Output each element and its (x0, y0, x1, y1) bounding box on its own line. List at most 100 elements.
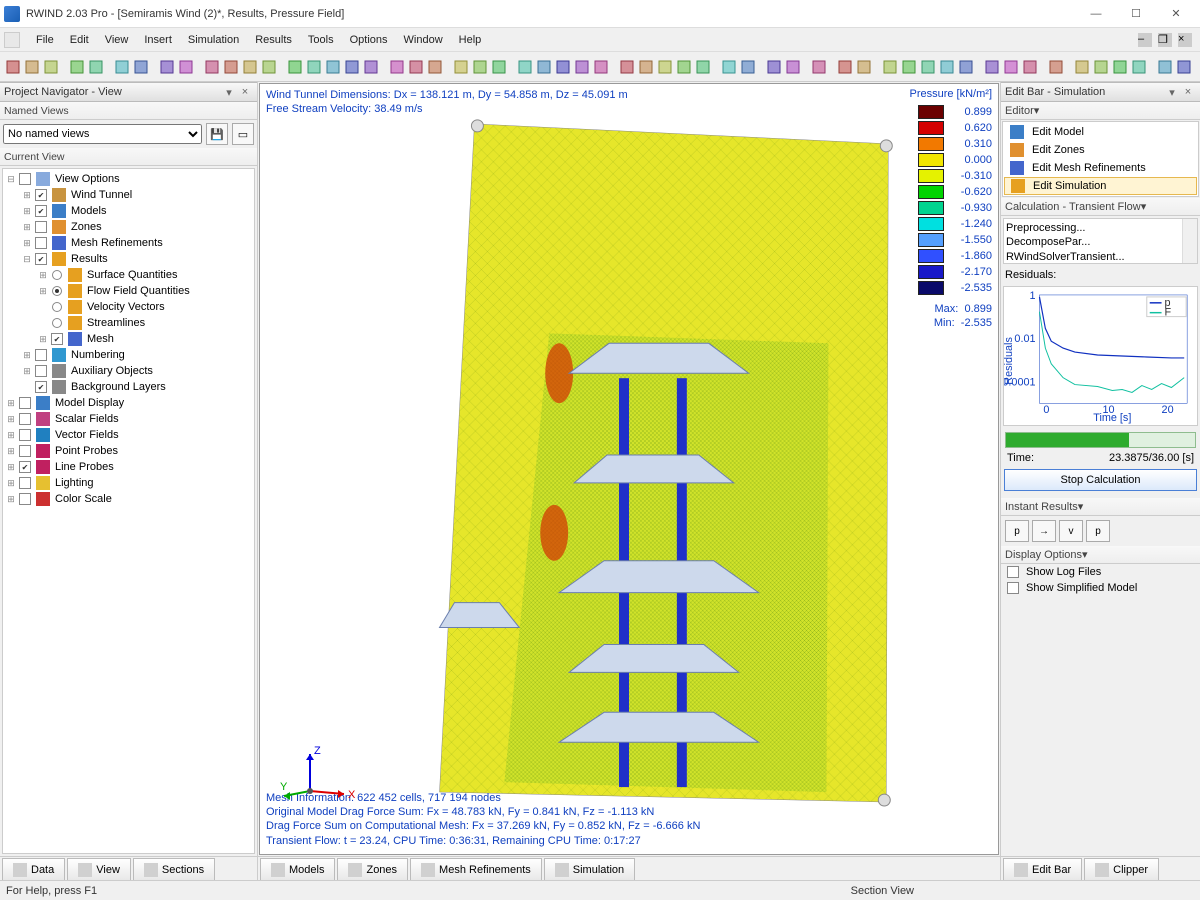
toolbar-button-3[interactable] (68, 56, 86, 78)
checkbox[interactable] (35, 349, 47, 361)
radio[interactable] (52, 286, 62, 296)
left-tab-sections[interactable]: Sections (133, 858, 215, 880)
checkbox[interactable] (35, 365, 47, 377)
checkbox[interactable] (19, 173, 31, 185)
checkbox[interactable] (19, 493, 31, 505)
toolbar-button-5[interactable] (113, 56, 131, 78)
checkbox[interactable] (35, 237, 47, 249)
tree-item-scalar-fields[interactable]: ⊞Scalar Fields (3, 411, 254, 427)
tree-item-numbering[interactable]: ⊞Numbering (3, 347, 254, 363)
radio[interactable] (52, 302, 62, 312)
left-tab-view[interactable]: View (67, 858, 131, 880)
toolbar-button-40[interactable] (855, 56, 873, 78)
tree-item-point-probes[interactable]: ⊞Point Probes (3, 443, 254, 459)
minimize-button[interactable]: — (1076, 0, 1116, 27)
checkbox[interactable] (19, 413, 31, 425)
toolbar-button-8[interactable] (177, 56, 195, 78)
toolbar-button-33[interactable] (694, 56, 712, 78)
right-tab-clipper[interactable]: Clipper (1084, 858, 1159, 880)
menu-simulation[interactable]: Simulation (180, 29, 247, 51)
named-views-select[interactable]: No named views (3, 124, 202, 144)
viewport-tab-models[interactable]: Models (260, 858, 335, 880)
editor-item-edit-model[interactable]: Edit Model (1004, 123, 1197, 141)
toolbar-button-23[interactable] (490, 56, 508, 78)
chevron-down-icon[interactable]: ▾ (1078, 498, 1084, 515)
dropdown-icon[interactable]: ▾ (221, 84, 237, 100)
chevron-down-icon[interactable]: ▾ (1141, 198, 1147, 215)
toolbar-button-27[interactable] (573, 56, 591, 78)
toolbar-button-16[interactable] (343, 56, 361, 78)
checkbox[interactable] (19, 461, 31, 473)
toolbar-button-10[interactable] (222, 56, 240, 78)
toolbar-button-46[interactable] (983, 56, 1001, 78)
toolbar-button-29[interactable] (618, 56, 636, 78)
chevron-down-icon[interactable]: ▾ (1082, 546, 1088, 563)
toolbar-button-39[interactable] (836, 56, 854, 78)
display-option-show-simplified-model[interactable]: Show Simplified Model (1001, 580, 1200, 596)
toolbar-button-49[interactable] (1047, 56, 1065, 78)
toolbar-button-28[interactable] (592, 56, 610, 78)
toolbar-button-12[interactable] (260, 56, 278, 78)
viewport-tab-mesh-refinements[interactable]: Mesh Refinements (410, 858, 542, 880)
tree-item-vector-fields[interactable]: ⊞Vector Fields (3, 427, 254, 443)
menu-results[interactable]: Results (247, 29, 300, 51)
tree-item-line-probes[interactable]: ⊞Line Probes (3, 459, 254, 475)
radio[interactable] (52, 270, 62, 280)
menu-window[interactable]: Window (396, 29, 451, 51)
left-tab-data[interactable]: Data (2, 858, 65, 880)
menu-file[interactable]: File (28, 29, 62, 51)
checkbox[interactable] (51, 333, 63, 345)
toolbar-button-13[interactable] (286, 56, 304, 78)
toolbar-button-21[interactable] (452, 56, 470, 78)
toolbar-button-35[interactable] (739, 56, 757, 78)
checkbox[interactable] (1007, 566, 1019, 578)
checkbox[interactable] (35, 253, 47, 265)
toolbar-button-4[interactable] (87, 56, 105, 78)
toolbar-button-20[interactable] (426, 56, 444, 78)
checkbox[interactable] (35, 205, 47, 217)
editor-item-edit-mesh-refinements[interactable]: Edit Mesh Refinements (1004, 159, 1197, 177)
tree-item-wind-tunnel[interactable]: ⊞Wind Tunnel (3, 187, 254, 203)
toolbar-button-6[interactable] (132, 56, 150, 78)
tree-item-background-layers[interactable]: Background Layers (3, 379, 254, 395)
right-tab-edit-bar[interactable]: Edit Bar (1003, 858, 1082, 880)
toolbar-button-15[interactable] (324, 56, 342, 78)
toolbar-button-51[interactable] (1092, 56, 1110, 78)
tree-item-mesh-refinements[interactable]: ⊞Mesh Refinements (3, 235, 254, 251)
toolbar-button-37[interactable] (784, 56, 802, 78)
checkbox[interactable] (19, 477, 31, 489)
menu-view[interactable]: View (97, 29, 137, 51)
checkbox[interactable] (19, 445, 31, 457)
checkbox[interactable] (35, 221, 47, 233)
toolbar-button-2[interactable] (42, 56, 60, 78)
tree-item-results[interactable]: ⊟Results (3, 251, 254, 267)
tree-item-zones[interactable]: ⊞Zones (3, 219, 254, 235)
scrollbar[interactable] (1182, 219, 1197, 263)
toolbar-button-22[interactable] (471, 56, 489, 78)
toolbar-button-18[interactable] (388, 56, 406, 78)
toolbar-button-34[interactable] (720, 56, 738, 78)
instant-result-button-1[interactable]: → (1032, 520, 1056, 542)
chevron-down-icon[interactable]: ▾ (1034, 102, 1040, 119)
save-view-button[interactable]: 💾 (206, 123, 228, 145)
toolbar-button-44[interactable] (938, 56, 956, 78)
toolbar-button-1[interactable] (23, 56, 41, 78)
menu-options[interactable]: Options (342, 29, 396, 51)
display-option-show-log-files[interactable]: Show Log Files (1001, 564, 1200, 580)
tree-item-auxiliary-objects[interactable]: ⊞Auxiliary Objects (3, 363, 254, 379)
toolbar-button-48[interactable] (1021, 56, 1039, 78)
toolbar-button-47[interactable] (1002, 56, 1020, 78)
toolbar-button-54[interactable] (1156, 56, 1174, 78)
toolbar-button-50[interactable] (1073, 56, 1091, 78)
maximize-button[interactable]: ☐ (1116, 0, 1156, 27)
menu-insert[interactable]: Insert (136, 29, 180, 51)
toolbar-button-53[interactable] (1130, 56, 1148, 78)
tree-item-view-options[interactable]: ⊟View Options (3, 171, 254, 187)
viewport-tab-simulation[interactable]: Simulation (544, 858, 635, 880)
menu-help[interactable]: Help (451, 29, 490, 51)
tree-item-mesh[interactable]: ⊞Mesh (3, 331, 254, 347)
toolbar-button-41[interactable] (881, 56, 899, 78)
toolbar-button-55[interactable] (1175, 56, 1193, 78)
menu-edit[interactable]: Edit (62, 29, 97, 51)
toolbar-button-42[interactable] (900, 56, 918, 78)
